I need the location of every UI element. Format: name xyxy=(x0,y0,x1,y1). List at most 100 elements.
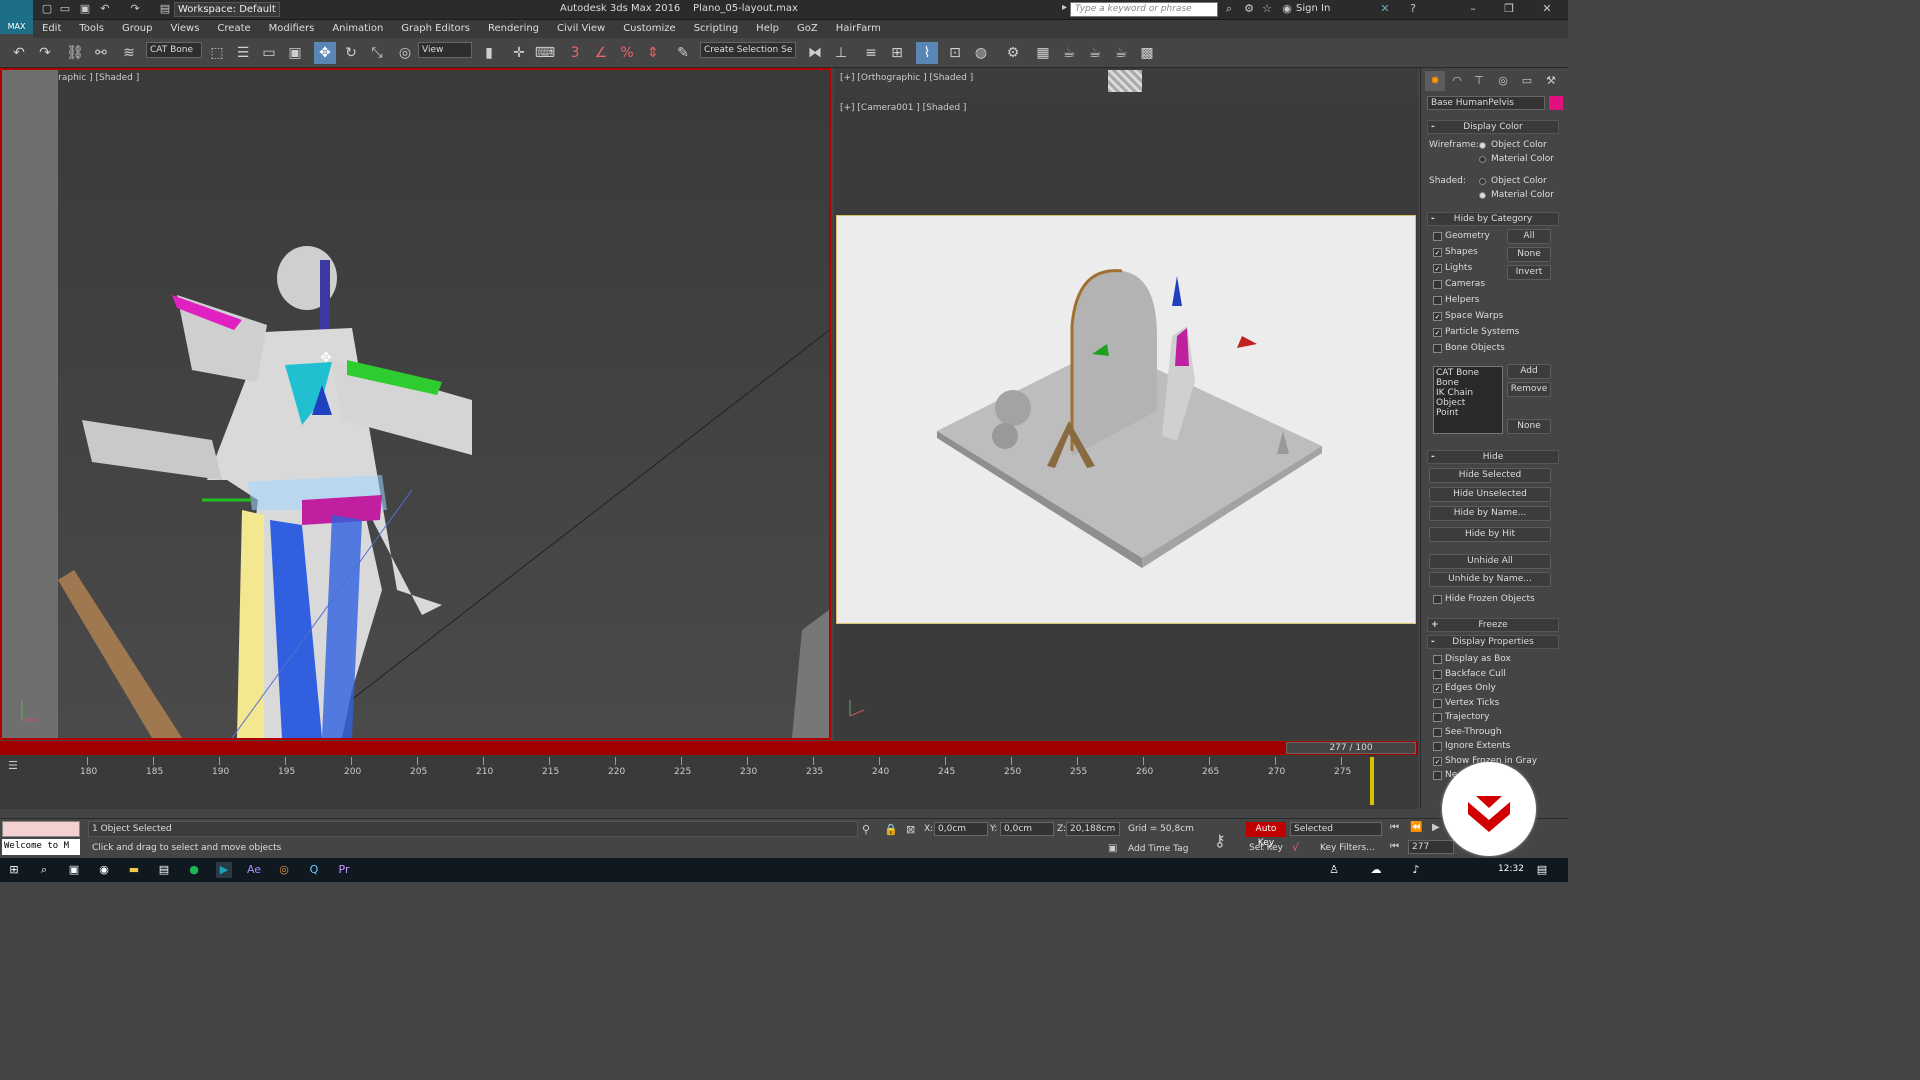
minimize-icon[interactable]: – xyxy=(1466,2,1480,16)
unlink-selection-icon[interactable]: ⚯ xyxy=(90,42,112,64)
search-input[interactable]: Type a keyword or phrase xyxy=(1070,2,1218,17)
shaded-object-color-radio[interactable] xyxy=(1479,178,1486,185)
windows-start-icon[interactable]: ⊞ xyxy=(6,862,22,878)
material-editor-icon[interactable]: ◍ xyxy=(970,42,992,64)
communication-center-icon[interactable]: ⚙ xyxy=(1242,2,1256,16)
file-explorer-icon[interactable]: ▬ xyxy=(126,862,142,878)
binoculars-icon[interactable]: ⌕ xyxy=(1222,2,1236,16)
activeshade-icon[interactable]: ☕ xyxy=(1110,42,1132,64)
menu-views[interactable]: Views xyxy=(161,20,208,37)
time-slider[interactable]: 277 / 100 xyxy=(1286,742,1416,754)
object-name-field[interactable]: Base HumanPelvis xyxy=(1427,96,1545,110)
add-time-tag[interactable]: Add Time Tag xyxy=(1128,844,1188,854)
undo-icon[interactable]: ↶ xyxy=(98,2,112,16)
set-key-mode-icon[interactable]: ⚷ xyxy=(1214,831,1226,850)
hide-category-checkbox[interactable]: ✓ xyxy=(1433,328,1442,337)
hide-unselected-button[interactable]: Hide Unselected xyxy=(1429,487,1551,502)
unhide-all-button[interactable]: Unhide All xyxy=(1429,554,1551,569)
edit-named-selection-icon[interactable]: ✎ xyxy=(672,42,694,64)
app-logo-icon[interactable]: MAX xyxy=(0,0,33,34)
volume-icon[interactable]: ♪ xyxy=(1408,862,1424,878)
x-coordinate-field[interactable]: 0,0cm xyxy=(934,822,988,836)
menu-tools[interactable]: Tools xyxy=(70,20,113,37)
lock-selection-icon[interactable]: 🔒 xyxy=(884,823,898,836)
close-icon[interactable]: ✕ xyxy=(1540,2,1554,16)
align-icon[interactable]: ⊥ xyxy=(830,42,852,64)
menu-customize[interactable]: Customize xyxy=(614,20,685,37)
list-item[interactable]: CAT Bone xyxy=(1436,368,1500,378)
shaded-material-color-radio[interactable] xyxy=(1479,192,1486,199)
z-coordinate-field[interactable]: 20,188cm xyxy=(1066,822,1120,836)
pivot-center-icon[interactable]: ▮ xyxy=(478,42,500,64)
modify-tab-icon[interactable]: ◠ xyxy=(1447,71,1467,91)
named-selection-dropdown[interactable]: Create Selection Se xyxy=(700,42,796,58)
keyboard-shortcut-toggle-icon[interactable]: ⌨ xyxy=(534,42,556,64)
time-tag-icon[interactable]: ▣ xyxy=(1108,843,1117,854)
undo-icon[interactable]: ↶ xyxy=(8,42,30,64)
viewport-orthographic-left[interactable]: [+] [Orthographic ] [Shaded ] ✥ xyxy=(0,68,831,740)
select-and-place-icon[interactable]: ◎ xyxy=(394,42,416,64)
play-icon[interactable]: ▶ xyxy=(1432,822,1440,833)
sign-in-link[interactable]: Sign In xyxy=(1296,3,1330,14)
rollout-hide-by-category[interactable]: - Hide by Category xyxy=(1427,212,1559,226)
key-mode-toggle-icon[interactable]: ⏮ xyxy=(1390,841,1399,852)
menu-scripting[interactable]: Scripting xyxy=(685,20,747,37)
task-view-icon[interactable]: ▣ xyxy=(66,862,82,878)
premiere-icon[interactable]: Pr xyxy=(336,862,352,878)
select-by-name-icon[interactable]: ☰ xyxy=(232,42,254,64)
search-arrow-icon[interactable]: ▸ xyxy=(1062,2,1067,13)
toggle-ribbon-icon[interactable]: ⊞ xyxy=(886,42,908,64)
category-list[interactable]: CAT Bone Bone IK Chain Object Point xyxy=(1433,366,1503,434)
rollout-hide[interactable]: - Hide xyxy=(1427,450,1559,464)
menu-graph-editors[interactable]: Graph Editors xyxy=(392,20,479,37)
notifications-icon[interactable]: ▤ xyxy=(1534,862,1550,878)
display-property-checkbox[interactable] xyxy=(1433,713,1442,722)
favorites-star-icon[interactable]: ☆ xyxy=(1260,2,1274,16)
create-tab-icon[interactable]: ✸ xyxy=(1425,71,1445,91)
project-folder-icon[interactable]: ▤ xyxy=(158,2,172,16)
menu-help[interactable]: Help xyxy=(747,20,788,37)
display-property-checkbox[interactable] xyxy=(1433,742,1442,751)
isolate-selection-icon[interactable]: ⚲ xyxy=(862,823,870,836)
menu-animation[interactable]: Animation xyxy=(323,20,392,37)
rendered-frame-window-icon[interactable]: ▦ xyxy=(1032,42,1054,64)
default-in-out-tangents-icon[interactable]: √ xyxy=(1292,841,1299,854)
rollout-freeze[interactable]: + Freeze xyxy=(1427,618,1559,632)
menu-create[interactable]: Create xyxy=(208,20,259,37)
maxscript-listener-pink[interactable] xyxy=(2,821,80,837)
render-setup-icon[interactable]: ⚙ xyxy=(1002,42,1024,64)
render-in-cloud-icon[interactable]: ▩ xyxy=(1136,42,1158,64)
display-property-checkbox[interactable] xyxy=(1433,698,1442,708)
redo-icon[interactable]: ↷ xyxy=(34,42,56,64)
viewport-label[interactable]: [+] [Orthographic ] [Shaded ] xyxy=(840,73,973,83)
hide-by-name-button[interactable]: Hide by Name... xyxy=(1429,506,1551,521)
display-property-checkbox[interactable] xyxy=(1433,771,1442,780)
percent-snap-icon[interactable]: % xyxy=(616,42,638,64)
reference-coordinate-dropdown[interactable]: View xyxy=(418,42,472,58)
wireframe-material-color-radio[interactable] xyxy=(1479,156,1486,163)
track-bar[interactable]: ☰ 180 185 190 195 200 205 210 215 220 225 230 235 24… xyxy=(0,755,1418,809)
menu-rendering[interactable]: Rendering xyxy=(479,20,548,37)
display-property-checkbox[interactable] xyxy=(1433,669,1442,679)
go-to-start-icon[interactable]: ⏮ xyxy=(1390,822,1399,833)
menu-hairfarm[interactable]: HairFarm xyxy=(827,20,890,37)
schematic-view-icon[interactable]: ⊡ xyxy=(944,42,966,64)
remove-button[interactable]: Remove xyxy=(1507,382,1551,397)
hide-category-checkbox[interactable] xyxy=(1433,344,1442,353)
3ds-max-taskbar-icon[interactable]: ▶ xyxy=(216,862,232,878)
list-none-button[interactable]: None xyxy=(1507,419,1551,434)
hide-category-checkbox[interactable] xyxy=(1433,280,1442,289)
menu-civil-view[interactable]: Civil View xyxy=(548,20,614,37)
open-mini-curve-editor-icon[interactable]: ☰ xyxy=(8,759,18,772)
display-tab-icon[interactable]: ▭ xyxy=(1517,71,1537,91)
select-and-scale-icon[interactable]: ⤡ xyxy=(366,42,388,64)
object-color-swatch[interactable] xyxy=(1549,96,1563,110)
spotify-icon[interactable]: ● xyxy=(186,862,202,878)
hide-selected-button[interactable]: Hide Selected xyxy=(1429,468,1551,483)
layer-explorer-icon[interactable]: ≡ xyxy=(860,42,882,64)
menu-goz[interactable]: GoZ xyxy=(788,20,827,37)
hide-none-button[interactable]: None xyxy=(1507,247,1551,262)
hide-frozen-checkbox[interactable] xyxy=(1433,595,1442,604)
time-slider-track[interactable] xyxy=(0,741,1418,755)
autodesk-exchange-icon[interactable]: ✕ xyxy=(1378,2,1392,16)
